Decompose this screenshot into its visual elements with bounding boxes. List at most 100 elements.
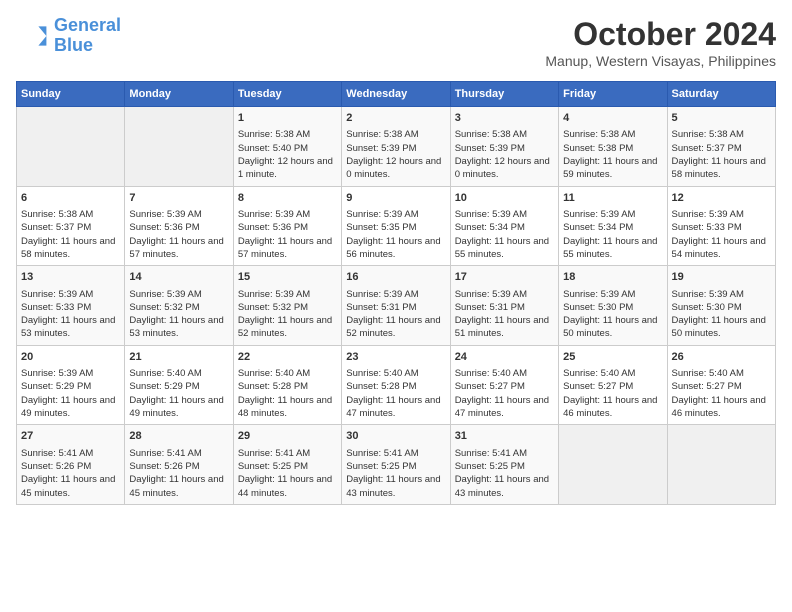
calendar-day-cell: 15 Sunrise: 5:39 AMSunset: 5:32 PMDaylig…: [233, 266, 341, 346]
day-number: 12: [672, 191, 771, 206]
weekday-header-cell: Sunday: [17, 82, 125, 107]
day-number: 2: [346, 111, 445, 126]
logo-text: General Blue: [54, 16, 121, 56]
calendar-day-cell: [125, 107, 233, 187]
calendar-day-cell: 16 Sunrise: 5:39 AMSunset: 5:31 PMDaylig…: [342, 266, 450, 346]
day-number: 3: [455, 111, 554, 126]
weekday-header-cell: Tuesday: [233, 82, 341, 107]
day-info: Sunrise: 5:38 AMSunset: 5:37 PMDaylight:…: [672, 128, 771, 181]
day-info: Sunrise: 5:39 AMSunset: 5:30 PMDaylight:…: [672, 288, 771, 341]
day-info: Sunrise: 5:39 AMSunset: 5:29 PMDaylight:…: [21, 367, 120, 420]
calendar-day-cell: 11 Sunrise: 5:39 AMSunset: 5:34 PMDaylig…: [559, 186, 667, 266]
day-number: 18: [563, 270, 662, 285]
day-number: 4: [563, 111, 662, 126]
day-info: Sunrise: 5:39 AMSunset: 5:31 PMDaylight:…: [455, 288, 554, 341]
logo-icon: [16, 20, 48, 52]
day-info: Sunrise: 5:39 AMSunset: 5:36 PMDaylight:…: [129, 208, 228, 261]
calendar-day-cell: 27 Sunrise: 5:41 AMSunset: 5:26 PMDaylig…: [17, 425, 125, 505]
day-number: 26: [672, 350, 771, 365]
day-number: 23: [346, 350, 445, 365]
calendar-day-cell: [17, 107, 125, 187]
page-header: General Blue October 2024 Manup, Western…: [16, 16, 776, 69]
day-info: Sunrise: 5:39 AMSunset: 5:34 PMDaylight:…: [455, 208, 554, 261]
day-number: 29: [238, 429, 337, 444]
calendar-day-cell: 4 Sunrise: 5:38 AMSunset: 5:38 PMDayligh…: [559, 107, 667, 187]
weekday-header-cell: Thursday: [450, 82, 558, 107]
day-info: Sunrise: 5:41 AMSunset: 5:25 PMDaylight:…: [455, 447, 554, 500]
day-number: 20: [21, 350, 120, 365]
calendar-day-cell: 8 Sunrise: 5:39 AMSunset: 5:36 PMDayligh…: [233, 186, 341, 266]
calendar-day-cell: 7 Sunrise: 5:39 AMSunset: 5:36 PMDayligh…: [125, 186, 233, 266]
calendar-day-cell: 19 Sunrise: 5:39 AMSunset: 5:30 PMDaylig…: [667, 266, 775, 346]
weekday-header-cell: Wednesday: [342, 82, 450, 107]
day-number: 31: [455, 429, 554, 444]
calendar-day-cell: 17 Sunrise: 5:39 AMSunset: 5:31 PMDaylig…: [450, 266, 558, 346]
weekday-header-cell: Friday: [559, 82, 667, 107]
calendar-day-cell: 2 Sunrise: 5:38 AMSunset: 5:39 PMDayligh…: [342, 107, 450, 187]
day-info: Sunrise: 5:38 AMSunset: 5:38 PMDaylight:…: [563, 128, 662, 181]
calendar-day-cell: 12 Sunrise: 5:39 AMSunset: 5:33 PMDaylig…: [667, 186, 775, 266]
calendar-day-cell: 26 Sunrise: 5:40 AMSunset: 5:27 PMDaylig…: [667, 345, 775, 425]
day-number: 15: [238, 270, 337, 285]
calendar-day-cell: [667, 425, 775, 505]
calendar-body: 1 Sunrise: 5:38 AMSunset: 5:40 PMDayligh…: [17, 107, 776, 505]
calendar-day-cell: 10 Sunrise: 5:39 AMSunset: 5:34 PMDaylig…: [450, 186, 558, 266]
day-number: 13: [21, 270, 120, 285]
calendar-day-cell: 13 Sunrise: 5:39 AMSunset: 5:33 PMDaylig…: [17, 266, 125, 346]
calendar-day-cell: 28 Sunrise: 5:41 AMSunset: 5:26 PMDaylig…: [125, 425, 233, 505]
day-info: Sunrise: 5:40 AMSunset: 5:28 PMDaylight:…: [346, 367, 445, 420]
calendar-day-cell: 1 Sunrise: 5:38 AMSunset: 5:40 PMDayligh…: [233, 107, 341, 187]
day-info: Sunrise: 5:39 AMSunset: 5:30 PMDaylight:…: [563, 288, 662, 341]
day-info: Sunrise: 5:38 AMSunset: 5:39 PMDaylight:…: [455, 128, 554, 181]
calendar-day-cell: 30 Sunrise: 5:41 AMSunset: 5:25 PMDaylig…: [342, 425, 450, 505]
calendar-day-cell: 3 Sunrise: 5:38 AMSunset: 5:39 PMDayligh…: [450, 107, 558, 187]
day-number: 7: [129, 191, 228, 206]
calendar-day-cell: 25 Sunrise: 5:40 AMSunset: 5:27 PMDaylig…: [559, 345, 667, 425]
day-info: Sunrise: 5:40 AMSunset: 5:27 PMDaylight:…: [563, 367, 662, 420]
day-number: 24: [455, 350, 554, 365]
day-number: 17: [455, 270, 554, 285]
calendar-day-cell: 5 Sunrise: 5:38 AMSunset: 5:37 PMDayligh…: [667, 107, 775, 187]
weekday-header-cell: Monday: [125, 82, 233, 107]
day-number: 30: [346, 429, 445, 444]
calendar-week-row: 13 Sunrise: 5:39 AMSunset: 5:33 PMDaylig…: [17, 266, 776, 346]
day-info: Sunrise: 5:40 AMSunset: 5:29 PMDaylight:…: [129, 367, 228, 420]
calendar-day-cell: 31 Sunrise: 5:41 AMSunset: 5:25 PMDaylig…: [450, 425, 558, 505]
calendar-day-cell: 29 Sunrise: 5:41 AMSunset: 5:25 PMDaylig…: [233, 425, 341, 505]
day-info: Sunrise: 5:38 AMSunset: 5:37 PMDaylight:…: [21, 208, 120, 261]
day-number: 8: [238, 191, 337, 206]
calendar-day-cell: 22 Sunrise: 5:40 AMSunset: 5:28 PMDaylig…: [233, 345, 341, 425]
day-info: Sunrise: 5:39 AMSunset: 5:32 PMDaylight:…: [129, 288, 228, 341]
calendar-day-cell: 6 Sunrise: 5:38 AMSunset: 5:37 PMDayligh…: [17, 186, 125, 266]
day-number: 5: [672, 111, 771, 126]
location: Manup, Western Visayas, Philippines: [545, 53, 776, 69]
day-number: 19: [672, 270, 771, 285]
calendar-day-cell: 9 Sunrise: 5:39 AMSunset: 5:35 PMDayligh…: [342, 186, 450, 266]
day-info: Sunrise: 5:38 AMSunset: 5:39 PMDaylight:…: [346, 128, 445, 181]
day-number: 21: [129, 350, 228, 365]
day-info: Sunrise: 5:39 AMSunset: 5:31 PMDaylight:…: [346, 288, 445, 341]
calendar-day-cell: 24 Sunrise: 5:40 AMSunset: 5:27 PMDaylig…: [450, 345, 558, 425]
calendar-week-row: 20 Sunrise: 5:39 AMSunset: 5:29 PMDaylig…: [17, 345, 776, 425]
day-info: Sunrise: 5:40 AMSunset: 5:27 PMDaylight:…: [455, 367, 554, 420]
day-info: Sunrise: 5:39 AMSunset: 5:32 PMDaylight:…: [238, 288, 337, 341]
day-info: Sunrise: 5:41 AMSunset: 5:26 PMDaylight:…: [129, 447, 228, 500]
day-info: Sunrise: 5:40 AMSunset: 5:27 PMDaylight:…: [672, 367, 771, 420]
day-info: Sunrise: 5:41 AMSunset: 5:25 PMDaylight:…: [238, 447, 337, 500]
day-number: 16: [346, 270, 445, 285]
calendar-day-cell: [559, 425, 667, 505]
calendar-week-row: 6 Sunrise: 5:38 AMSunset: 5:37 PMDayligh…: [17, 186, 776, 266]
day-info: Sunrise: 5:39 AMSunset: 5:33 PMDaylight:…: [672, 208, 771, 261]
calendar-day-cell: 23 Sunrise: 5:40 AMSunset: 5:28 PMDaylig…: [342, 345, 450, 425]
day-info: Sunrise: 5:39 AMSunset: 5:33 PMDaylight:…: [21, 288, 120, 341]
calendar-day-cell: 20 Sunrise: 5:39 AMSunset: 5:29 PMDaylig…: [17, 345, 125, 425]
day-number: 22: [238, 350, 337, 365]
weekday-header-cell: Saturday: [667, 82, 775, 107]
calendar-week-row: 27 Sunrise: 5:41 AMSunset: 5:26 PMDaylig…: [17, 425, 776, 505]
logo: General Blue: [16, 16, 121, 56]
day-info: Sunrise: 5:40 AMSunset: 5:28 PMDaylight:…: [238, 367, 337, 420]
calendar-week-row: 1 Sunrise: 5:38 AMSunset: 5:40 PMDayligh…: [17, 107, 776, 187]
day-number: 6: [21, 191, 120, 206]
calendar-day-cell: 21 Sunrise: 5:40 AMSunset: 5:29 PMDaylig…: [125, 345, 233, 425]
day-number: 25: [563, 350, 662, 365]
